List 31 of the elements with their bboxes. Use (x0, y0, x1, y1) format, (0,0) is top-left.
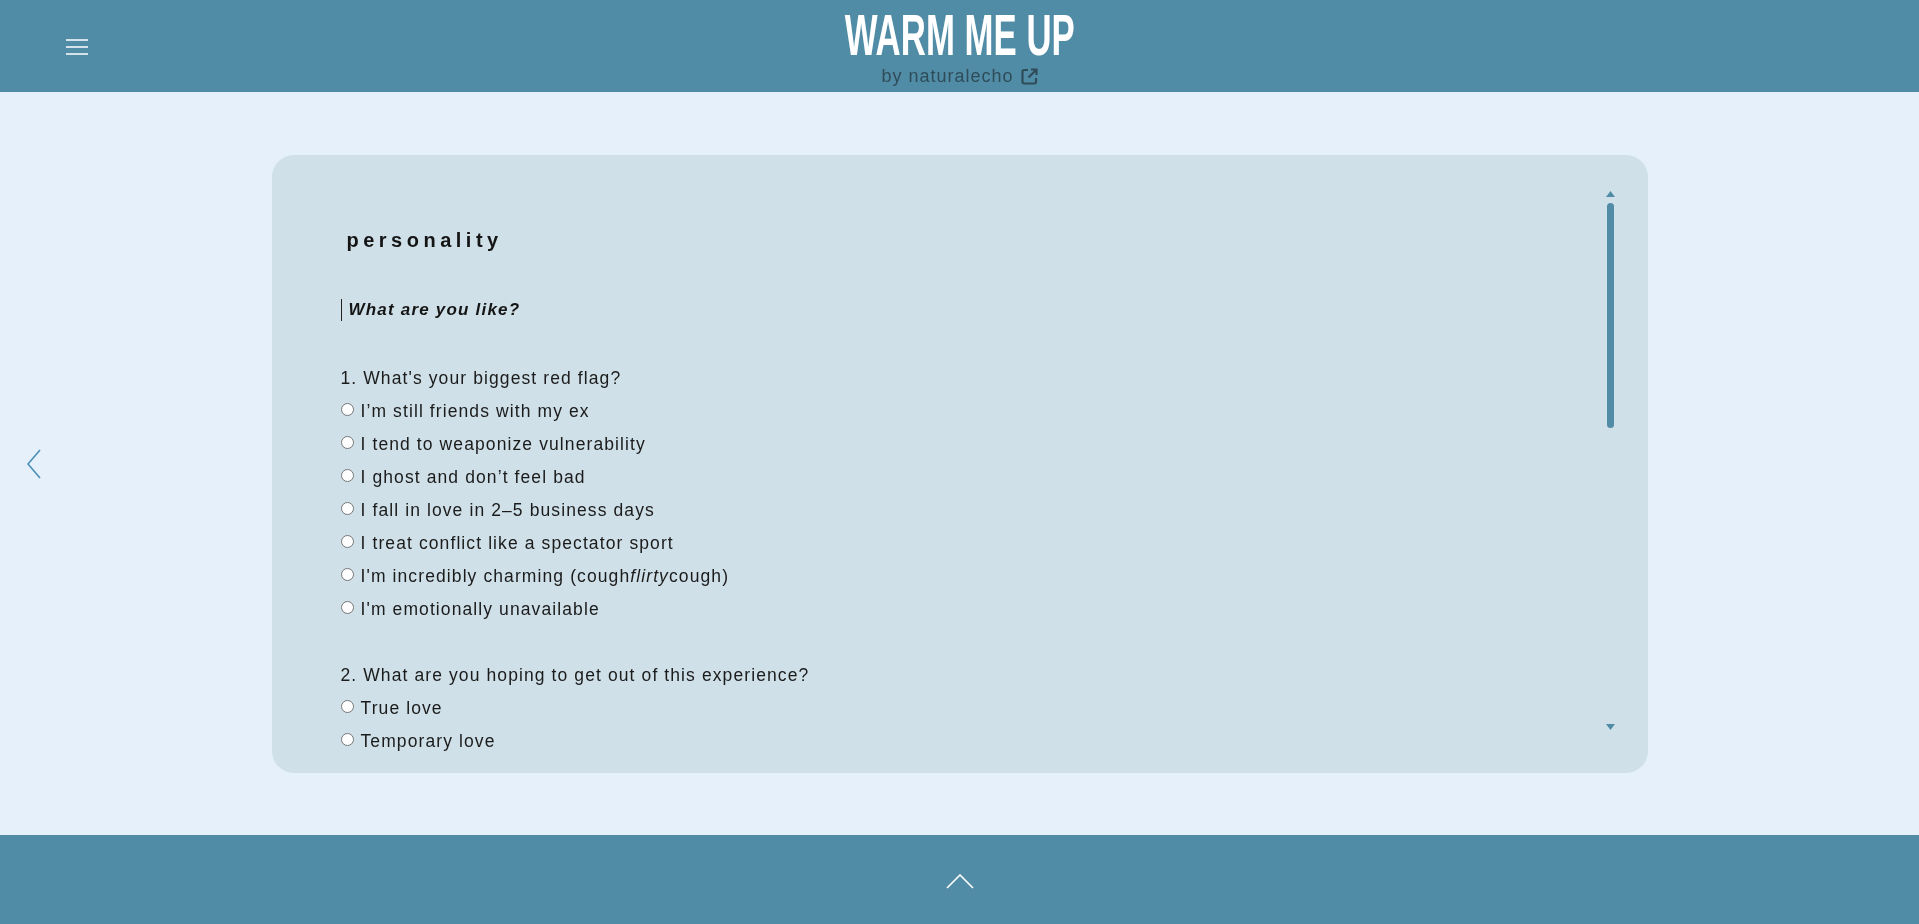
radio-button[interactable] (340, 534, 354, 548)
section-heading: personality (346, 227, 503, 253)
scrollbar-thumb[interactable] (1606, 202, 1614, 428)
option-label[interactable]: I'm incredibly charming (coughflirtycough) (360, 565, 730, 587)
option-label[interactable]: True love (360, 697, 443, 719)
section-subtitle: What are you like? (340, 298, 521, 321)
radio-button[interactable] (340, 567, 354, 581)
scroll-down-icon[interactable] (1605, 723, 1615, 730)
site-title: WARM ME UP (844, 8, 1075, 62)
option-label[interactable]: I tend to weaponize vulnerability (360, 433, 646, 455)
radio-button[interactable] (340, 468, 354, 482)
menu-button[interactable] (64, 37, 90, 57)
option-label[interactable]: I fall in love in 2–5 business days (360, 499, 655, 521)
scroll-up-icon[interactable] (1605, 190, 1615, 197)
option-label[interactable]: Temporary love (360, 730, 496, 752)
radio-button[interactable] (340, 732, 354, 746)
radio-button[interactable] (340, 600, 354, 614)
menu-icon (66, 39, 88, 55)
question-text: 2. What are you hoping to get out of this experience? (340, 663, 810, 687)
option-label[interactable]: I’m still friends with my ex (360, 400, 590, 422)
external-link-icon (1020, 67, 1038, 85)
chevron-left-icon (26, 448, 42, 479)
radio-button[interactable] (340, 435, 354, 449)
question-text: 1. What's your biggest red flag? (340, 366, 622, 390)
radio-button[interactable] (340, 699, 354, 713)
option-label[interactable]: I ghost and don’t feel bad (360, 466, 586, 488)
option-label[interactable]: I treat conflict like a spectator sport (360, 532, 674, 554)
option-label[interactable]: I'm emotionally unavailable (360, 598, 600, 620)
chevron-up-icon (945, 874, 974, 889)
radio-button[interactable] (340, 501, 354, 515)
radio-button[interactable] (340, 402, 354, 416)
